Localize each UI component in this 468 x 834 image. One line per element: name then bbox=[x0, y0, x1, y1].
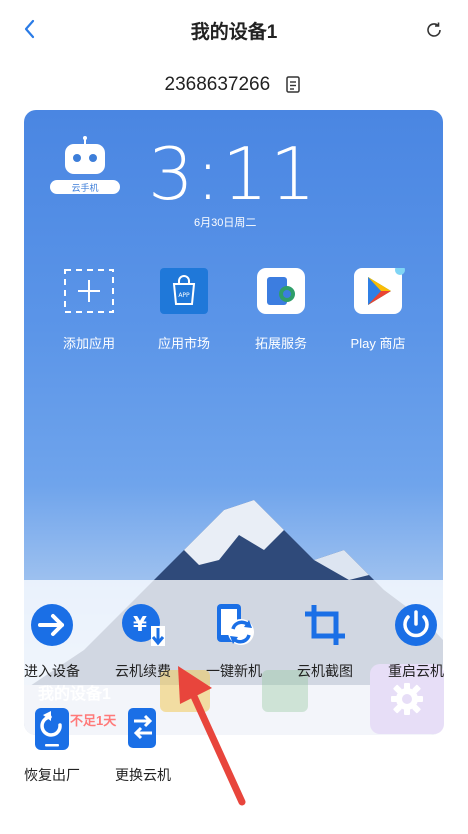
app-label: 拓展服务 bbox=[254, 336, 307, 351]
gear-icon bbox=[391, 683, 423, 715]
logo-text: 云手机 bbox=[71, 182, 98, 194]
lockscreen-time: 3:11 bbox=[148, 132, 318, 216]
factory-reset-button[interactable]: 恢复出厂 bbox=[6, 706, 98, 785]
screenshot-crop-icon bbox=[305, 605, 345, 645]
device-id-row: 2368637266 bbox=[0, 74, 468, 96]
action-label: 云机截图 bbox=[297, 663, 353, 679]
replace-device-icon bbox=[128, 708, 156, 748]
app-market-badge: APP bbox=[178, 292, 190, 299]
app-label: 添加应用 bbox=[62, 336, 115, 351]
action-label: 重启云机 bbox=[388, 663, 444, 679]
action-label: 恢复出厂 bbox=[24, 767, 80, 783]
refresh-icon[interactable] bbox=[420, 16, 448, 44]
restart-button[interactable]: 重启云机 bbox=[370, 602, 462, 681]
app-label: Play 商店 bbox=[350, 336, 406, 351]
device-id-text[interactable]: 2368637266 bbox=[165, 74, 271, 95]
new-device-icon bbox=[217, 604, 254, 645]
app-play-store[interactable]: Play 商店 bbox=[335, 265, 421, 352]
app-market-icon: APP bbox=[160, 268, 208, 314]
lockscreen-date: 6月30日周二 bbox=[194, 217, 257, 229]
action-label: 进入设备 bbox=[24, 663, 80, 679]
cloud-phone-logo: 云手机 bbox=[50, 136, 120, 194]
red-pointer-arrow bbox=[178, 666, 246, 806]
screenshot-button[interactable]: 云机截图 bbox=[279, 602, 371, 681]
page-title: 我的设备1 bbox=[190, 22, 278, 43]
copy-icon[interactable] bbox=[285, 75, 303, 95]
play-store-icon bbox=[354, 265, 405, 314]
app-add-application[interactable]: 添加应用 bbox=[46, 268, 132, 352]
extension-service-icon bbox=[257, 268, 305, 314]
enter-device-icon bbox=[31, 604, 73, 646]
svg-text:¥: ¥ bbox=[133, 612, 147, 636]
app-label: 应用市场 bbox=[157, 336, 210, 351]
background-device-name: 我的设备1 bbox=[38, 686, 111, 703]
top-bar: 我的设备1 bbox=[0, 0, 468, 60]
app-extension-service[interactable]: 拓展服务 bbox=[238, 268, 324, 352]
renew-icon: ¥ bbox=[122, 604, 165, 646]
add-app-icon bbox=[64, 269, 114, 313]
factory-reset-icon bbox=[35, 708, 69, 750]
app-market[interactable]: APP 应用市场 bbox=[141, 268, 227, 352]
power-icon bbox=[395, 604, 437, 646]
enter-device-button[interactable]: 进入设备 bbox=[6, 602, 98, 681]
